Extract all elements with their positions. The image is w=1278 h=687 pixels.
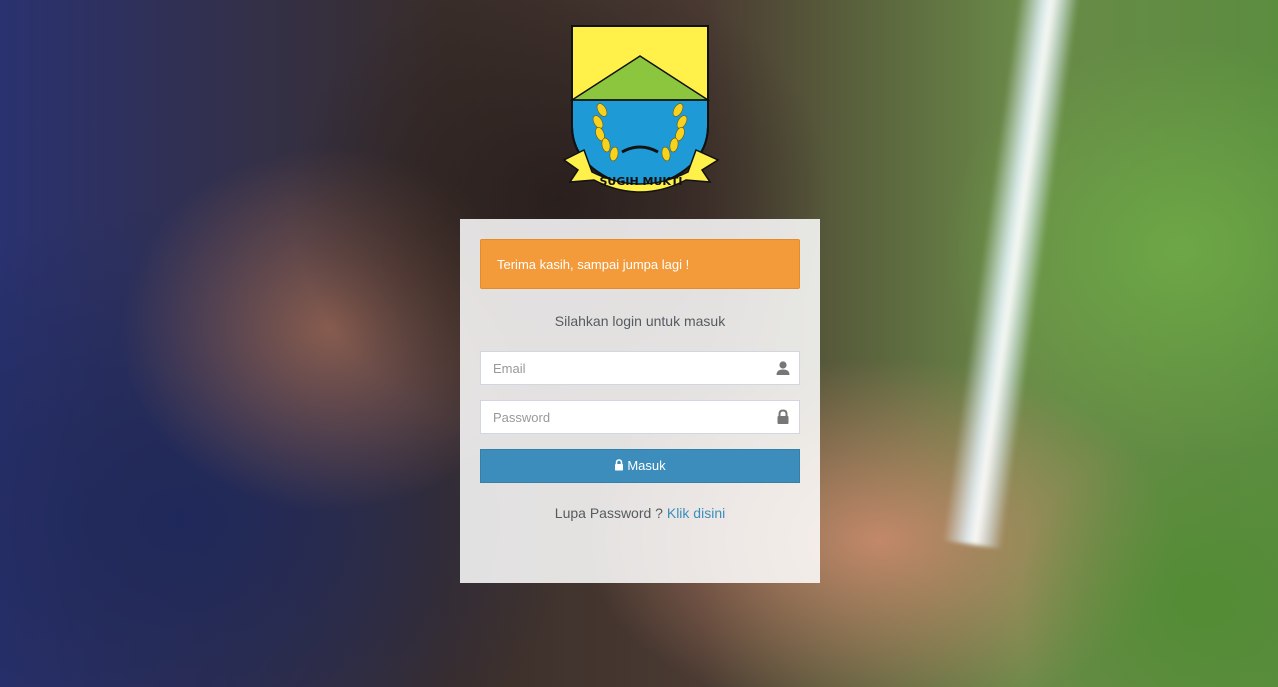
lock-icon	[777, 409, 789, 424]
forgot-password-link[interactable]: Klik disini	[667, 505, 725, 521]
email-input[interactable]	[481, 352, 763, 384]
password-field-wrapper	[480, 400, 800, 434]
email-field-wrapper	[480, 351, 800, 385]
water-stream	[942, 0, 1080, 549]
login-submit-button[interactable]: Masuk	[480, 449, 800, 483]
password-input[interactable]	[481, 401, 763, 433]
user-icon	[776, 361, 790, 375]
logo-banner-text: SUGIH MUKTI	[599, 175, 682, 188]
login-intro-text: Silahkan login untuk masuk	[554, 313, 726, 329]
logout-alert: Terima kasih, sampai jumpa lagi !	[480, 239, 800, 289]
lock-icon	[615, 459, 624, 471]
login-submit-label: Masuk	[627, 458, 666, 473]
sugih-mukti-emblem-logo: SUGIH MUKTI	[562, 25, 720, 193]
forgot-password-text: Lupa Password ?	[554, 505, 663, 521]
login-panel: Terima kasih, sampai jumpa lagi ! Silahk…	[460, 219, 820, 583]
forgot-password-row: Lupa Password ? Klik disini	[460, 505, 820, 521]
